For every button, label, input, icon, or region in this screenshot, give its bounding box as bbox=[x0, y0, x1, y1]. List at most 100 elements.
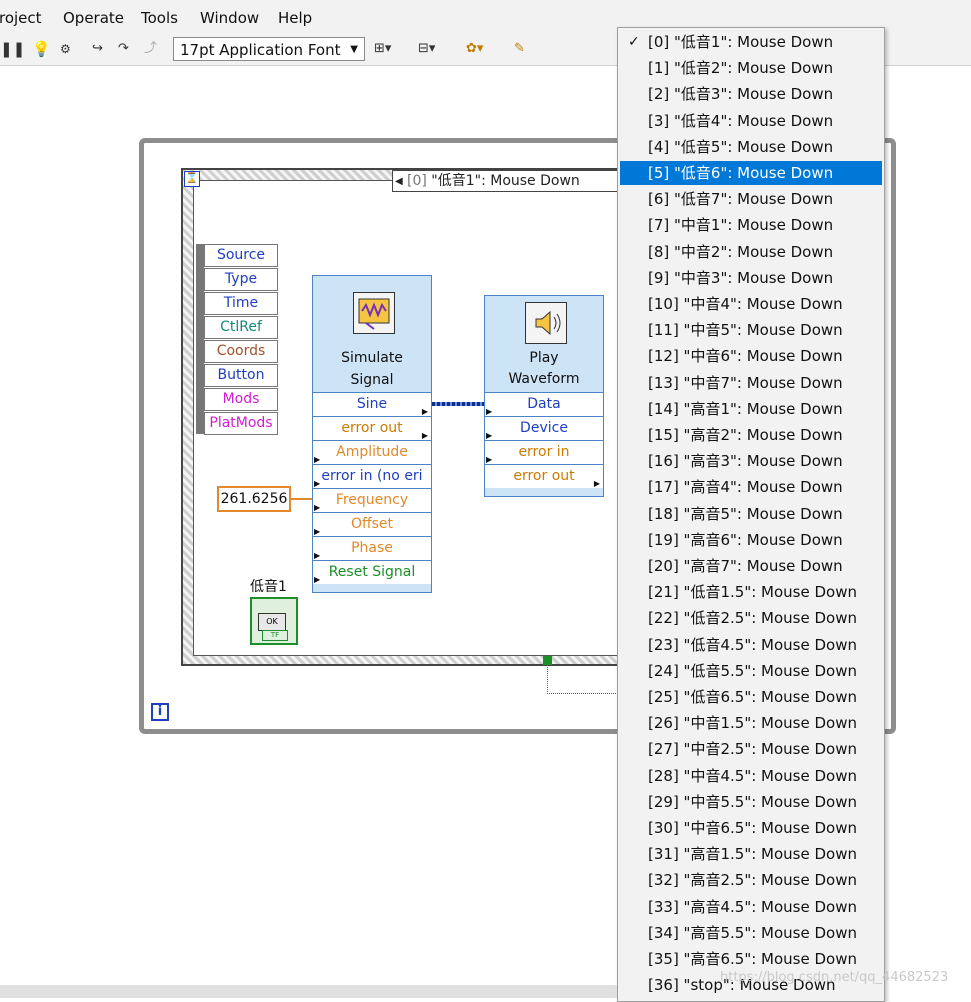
dropdown-option[interactable]: [1] "低音2": Mouse Down bbox=[620, 56, 882, 80]
ok-button-terminal[interactable]: OK TF bbox=[250, 597, 298, 645]
play-waveform-vi[interactable]: Play Waveform ▶ Data ▶ Device ▶ error in er… bbox=[484, 295, 604, 497]
pin-error-in[interactable]: ▶ error in (no eri bbox=[313, 464, 431, 488]
event-data-ctlref[interactable]: CtlRef bbox=[204, 316, 278, 339]
event-data-coords[interactable]: Coords bbox=[204, 340, 278, 363]
horizontal-scrollbar[interactable] bbox=[0, 985, 617, 998]
dropdown-option-label: [18] "高音5": Mouse Down bbox=[648, 505, 843, 523]
speaker-icon bbox=[525, 302, 567, 344]
dropdown-option[interactable]: ✓ [0] "低音1": Mouse Down bbox=[620, 30, 882, 54]
pin-error-in-play[interactable]: ▶ error in bbox=[485, 440, 603, 464]
dropdown-option[interactable]: [19] "高音6": Mouse Down bbox=[620, 528, 882, 552]
dropdown-option[interactable]: [24] "低音5.5": Mouse Down bbox=[620, 659, 882, 683]
align-objects-icon[interactable]: ⊞▾ bbox=[374, 40, 391, 58]
dropdown-option[interactable]: [30] "中音6.5": Mouse Down bbox=[620, 816, 882, 840]
pin-amplitude-label: Amplitude bbox=[336, 444, 408, 460]
distribute-objects-icon[interactable]: ⊟▾ bbox=[418, 40, 435, 58]
dropdown-option[interactable]: [22] "低音2.5": Mouse Down bbox=[620, 606, 882, 630]
dropdown-option[interactable]: [17] "高音4": Mouse Down bbox=[620, 475, 882, 499]
pin-reset-signal[interactable]: ▶ Reset Signal bbox=[313, 560, 431, 584]
dropdown-option[interactable]: [5] "低音6": Mouse Down bbox=[620, 161, 882, 185]
pin-error-out-play-label: error out bbox=[513, 468, 575, 484]
dropdown-option[interactable]: [16] "高音3": Mouse Down bbox=[620, 449, 882, 473]
dropdown-option[interactable]: [18] "高音5": Mouse Down bbox=[620, 502, 882, 526]
dropdown-option[interactable]: [11] "中音5": Mouse Down bbox=[620, 318, 882, 342]
event-data-source[interactable]: Source bbox=[204, 244, 278, 267]
dropdown-option[interactable]: [2] "低音3": Mouse Down bbox=[620, 82, 882, 106]
cleanup-diagram-icon[interactable]: ✎ bbox=[514, 40, 525, 58]
highlight-bulb-icon[interactable]: 💡 bbox=[32, 40, 51, 58]
pause-icon[interactable]: ❚❚ bbox=[0, 40, 25, 58]
pin-sine[interactable]: Sine ▶ bbox=[313, 392, 431, 416]
dropdown-option-label: [10] "中音4": Mouse Down bbox=[648, 295, 843, 313]
case-decrement-arrow-icon[interactable]: ◀ bbox=[395, 171, 403, 191]
dropdown-option[interactable]: [10] "中音4": Mouse Down bbox=[620, 292, 882, 316]
event-data-time[interactable]: Time bbox=[204, 292, 278, 315]
dropdown-option[interactable]: [9] "中音3": Mouse Down bbox=[620, 266, 882, 290]
dropdown-option[interactable]: [13] "中音7": Mouse Down bbox=[620, 371, 882, 395]
reorder-icon[interactable]: ✿▾ bbox=[466, 40, 483, 58]
dropdown-option[interactable]: [28] "中音4.5": Mouse Down bbox=[620, 764, 882, 788]
dropdown-option[interactable]: [25] "低音6.5": Mouse Down bbox=[620, 685, 882, 709]
pin-error-in-play-label: error in bbox=[518, 444, 570, 460]
pin-data[interactable]: ▶ Data bbox=[485, 392, 603, 416]
waveform-data-wire[interactable] bbox=[432, 402, 484, 406]
dropdown-option[interactable]: [14] "高音1": Mouse Down bbox=[620, 397, 882, 421]
dropdown-option[interactable]: [35] "高音6.5": Mouse Down bbox=[620, 947, 882, 971]
event-case-dropdown[interactable]: ✓ [0] "低音1": Mouse Down [1] "低音2": Mouse D… bbox=[617, 27, 885, 1002]
step-into-icon[interactable]: ↪ bbox=[92, 40, 103, 58]
dropdown-option[interactable]: [34] "高音5.5": Mouse Down bbox=[620, 921, 882, 945]
step-over-icon[interactable]: ↷ bbox=[118, 40, 129, 58]
step-out-icon[interactable]: ⤴ bbox=[144, 40, 157, 58]
dropdown-option[interactable]: [31] "高音1.5": Mouse Down bbox=[620, 842, 882, 866]
frequency-wire[interactable] bbox=[291, 498, 313, 500]
pin-phase[interactable]: ▶ Phase bbox=[313, 536, 431, 560]
event-data-button[interactable]: Button bbox=[204, 364, 278, 387]
dropdown-option[interactable]: [27] "中音2.5": Mouse Down bbox=[620, 737, 882, 761]
menu-operate[interactable]: Operate bbox=[63, 9, 124, 27]
stop-condition-wire[interactable] bbox=[547, 665, 620, 694]
retain-wire-values-icon[interactable]: ⚙ bbox=[60, 40, 71, 58]
dropdown-option[interactable]: [21] "低音1.5": Mouse Down bbox=[620, 580, 882, 604]
dropdown-option[interactable]: [33] "高音4.5": Mouse Down bbox=[620, 895, 882, 919]
dropdown-option[interactable]: [4] "低音5": Mouse Down bbox=[620, 135, 882, 159]
dropdown-option[interactable]: [8] "中音2": Mouse Down bbox=[620, 240, 882, 264]
menu-help[interactable]: Help bbox=[278, 9, 312, 27]
font-select[interactable]: 17pt Application Font ▼ bbox=[173, 37, 365, 61]
dropdown-option[interactable]: [29] "中音5.5": Mouse Down bbox=[620, 790, 882, 814]
dropdown-option[interactable]: [20] "高音7": Mouse Down bbox=[620, 554, 882, 578]
dropdown-option[interactable]: [32] "高音2.5": Mouse Down bbox=[620, 868, 882, 892]
pin-frequency[interactable]: ▶ Frequency bbox=[313, 488, 431, 512]
dropdown-option-label: [5] "低音6": Mouse Down bbox=[648, 164, 834, 182]
menu-project[interactable]: roject bbox=[0, 9, 42, 27]
menu-tools[interactable]: Tools bbox=[141, 9, 178, 27]
dropdown-option[interactable]: [7] "中音1": Mouse Down bbox=[620, 213, 882, 237]
play-waveform-title-1: Play bbox=[529, 350, 559, 366]
output-arrow-icon: ▶ bbox=[421, 431, 428, 440]
pin-amplitude[interactable]: ▶ Amplitude bbox=[313, 440, 431, 464]
menu-window[interactable]: Window bbox=[200, 9, 259, 27]
pin-offset[interactable]: ▶ Offset bbox=[313, 512, 431, 536]
loop-condition-terminal[interactable] bbox=[543, 656, 552, 665]
dropdown-option[interactable]: [15] "高音2": Mouse Down bbox=[620, 423, 882, 447]
event-data-type[interactable]: Type bbox=[204, 268, 278, 291]
event-data-node[interactable]: Source Type Time CtlRef Coords Button Mo… bbox=[196, 244, 282, 436]
dropdown-option[interactable]: [6] "低音7": Mouse Down bbox=[620, 187, 882, 211]
frequency-constant[interactable]: 261.6256 bbox=[217, 486, 291, 512]
event-case-selector[interactable]: ◀ [0] "低音1": Mouse Down bbox=[392, 170, 622, 192]
timeout-hourglass-icon[interactable]: ⌛ bbox=[184, 171, 200, 187]
iteration-terminal-icon[interactable]: i bbox=[151, 703, 169, 721]
dropdown-option-label: [22] "低音2.5": Mouse Down bbox=[648, 609, 857, 627]
pin-device[interactable]: ▶ Device bbox=[485, 416, 603, 440]
pin-reset-signal-label: Reset Signal bbox=[328, 564, 416, 580]
dropdown-option[interactable]: [23] "低音4.5": Mouse Down bbox=[620, 633, 882, 657]
simulate-signal-vi[interactable]: Simulate Signal Sine ▶ error out ▶ ▶ Amplit… bbox=[312, 275, 432, 593]
pin-error-out[interactable]: error out ▶ bbox=[313, 416, 431, 440]
event-data-mods[interactable]: Mods bbox=[204, 388, 278, 411]
pin-error-out-play[interactable]: error out ▶ bbox=[485, 464, 603, 488]
watermark: https://blog.csdn.net/qq_44682523 bbox=[720, 970, 949, 985]
dropdown-option[interactable]: [12] "中音6": Mouse Down bbox=[620, 344, 882, 368]
checkmark-icon: ✓ bbox=[628, 34, 640, 50]
dropdown-option[interactable]: [26] "中音1.5": Mouse Down bbox=[620, 711, 882, 735]
dropdown-option[interactable]: [3] "低音4": Mouse Down bbox=[620, 109, 882, 133]
event-data-platmods[interactable]: PlatMods bbox=[204, 412, 278, 435]
